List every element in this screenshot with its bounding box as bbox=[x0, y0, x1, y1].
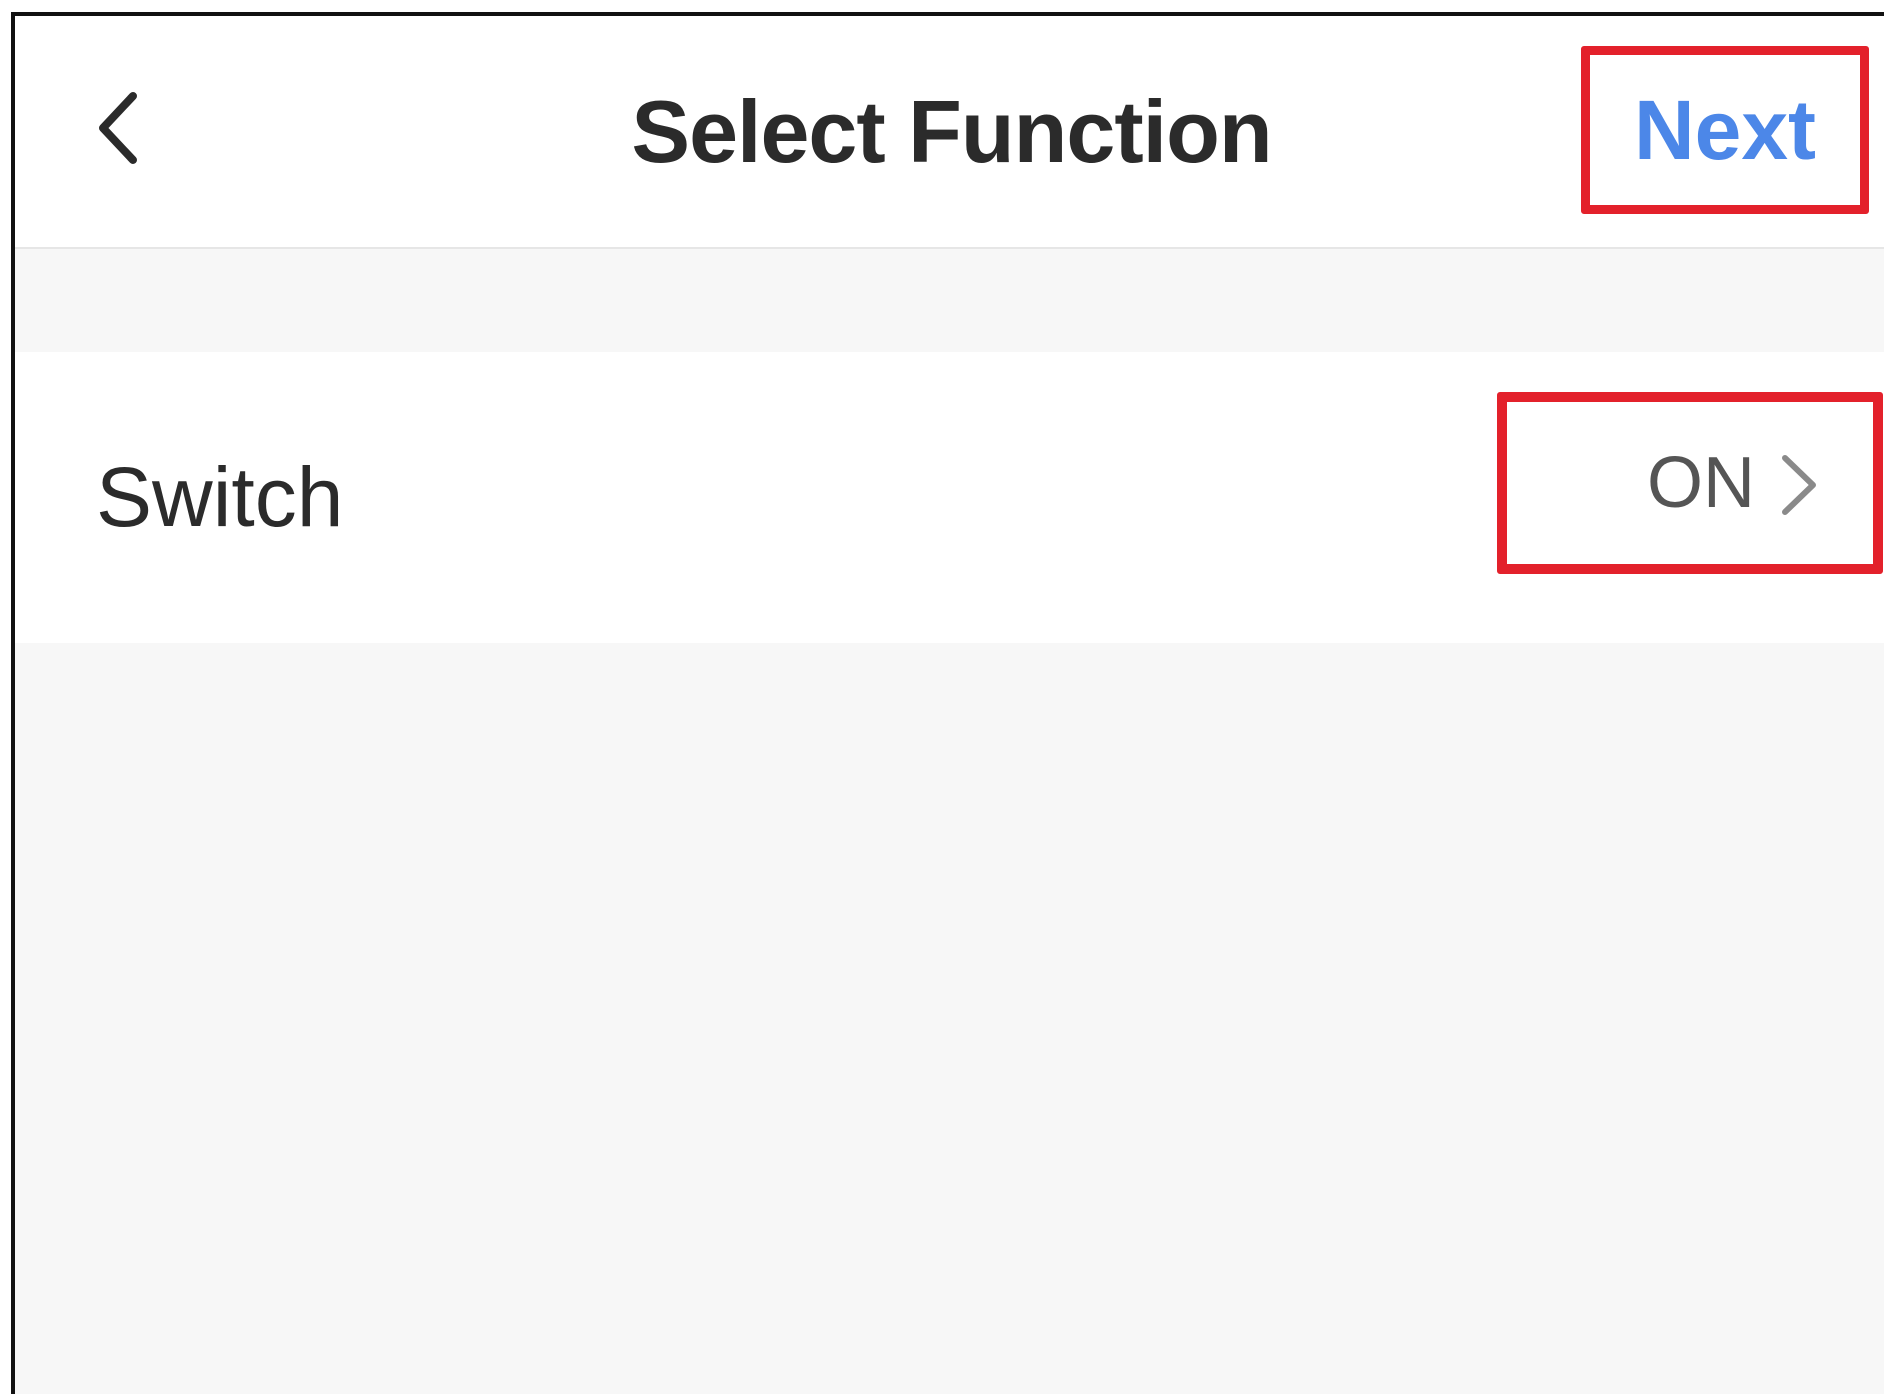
chevron-right-icon bbox=[1782, 455, 1816, 515]
next-button[interactable]: Next bbox=[1581, 46, 1869, 214]
section-spacer bbox=[15, 249, 1884, 352]
empty-content-area bbox=[15, 643, 1884, 1394]
app-screen: Select Function Next Switch ON bbox=[11, 12, 1884, 1394]
function-row-switch[interactable]: Switch ON bbox=[15, 352, 1884, 643]
header-bar: Select Function Next bbox=[15, 16, 1884, 249]
function-value: ON bbox=[1647, 443, 1755, 523]
function-label: Switch bbox=[96, 450, 344, 544]
function-value-selector[interactable]: ON bbox=[1497, 392, 1883, 574]
